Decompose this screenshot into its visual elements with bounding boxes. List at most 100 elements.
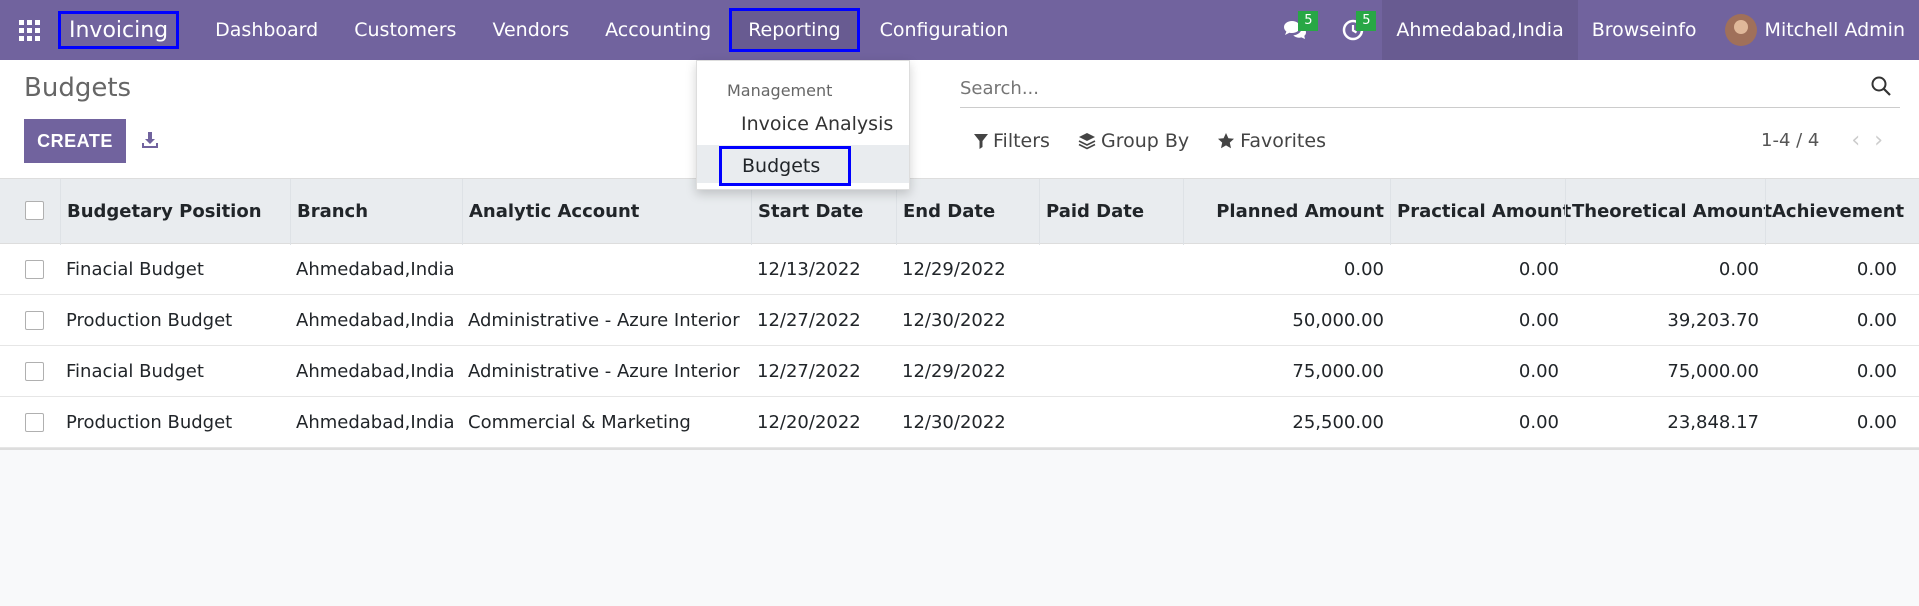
column-paid-date[interactable]: Paid Date bbox=[1039, 179, 1183, 245]
chevron-right-icon[interactable]: › bbox=[1874, 129, 1883, 151]
filters-button[interactable]: Filters bbox=[974, 130, 1050, 152]
cell-branch: Ahmedabad,India bbox=[296, 259, 455, 280]
chevron-left-icon[interactable]: ‹ bbox=[1851, 129, 1860, 151]
search-options: Filters Group By Favorites bbox=[974, 130, 1354, 152]
cell-budgetary-position: Finacial Budget bbox=[66, 361, 204, 382]
filter-icon bbox=[974, 134, 988, 149]
cell-theoretical-amount: 75,000.00 bbox=[1667, 361, 1759, 382]
cell-practical-amount: 0.00 bbox=[1518, 361, 1559, 382]
cell-practical-amount: 0.00 bbox=[1518, 259, 1559, 280]
database-name[interactable]: Browseinfo bbox=[1578, 0, 1711, 60]
cell-end-date: 12/29/2022 bbox=[902, 361, 1006, 382]
activities-icon[interactable]: 5 bbox=[1324, 0, 1382, 60]
empty-area bbox=[0, 450, 1919, 606]
app-brand[interactable]: Invoicing bbox=[58, 11, 180, 49]
cell-practical-amount: 0.00 bbox=[1518, 412, 1559, 433]
menu-configuration[interactable]: Configuration bbox=[862, 0, 1027, 60]
reporting-dropdown: Management Invoice Analysis Budgets bbox=[696, 60, 910, 190]
cell-theoretical-amount: 0.00 bbox=[1718, 259, 1759, 280]
dropdown-item-invoice-analysis[interactable]: Invoice Analysis bbox=[741, 113, 893, 135]
column-branch[interactable]: Branch bbox=[290, 179, 462, 245]
top-navbar: Invoicing Dashboard Customers Vendors Ac… bbox=[0, 0, 1919, 60]
pager-value[interactable]: 1-4 / 4 bbox=[1761, 130, 1819, 151]
cell-paid-date bbox=[1039, 397, 1183, 448]
menu-reporting[interactable]: Reporting bbox=[729, 8, 860, 52]
pager: 1-4 / 4 ‹ › bbox=[1761, 129, 1883, 151]
column-theoretical-amount[interactable]: Theoretical Amount bbox=[1565, 179, 1772, 245]
star-icon bbox=[1218, 133, 1235, 149]
user-menu[interactable]: Mitchell Admin bbox=[1711, 0, 1919, 60]
avatar bbox=[1724, 14, 1757, 46]
cell-theoretical-amount: 23,848.17 bbox=[1667, 412, 1759, 433]
groupby-button[interactable]: Group By bbox=[1078, 130, 1189, 152]
row-checkbox[interactable] bbox=[25, 311, 44, 330]
favorites-label: Favorites bbox=[1240, 130, 1326, 152]
page-title: Budgets bbox=[24, 73, 132, 103]
table-row[interactable]: Production Budget Ahmedabad,India Admini… bbox=[0, 295, 1919, 346]
table-row[interactable]: Finacial Budget Ahmedabad,India 12/13/20… bbox=[0, 244, 1919, 295]
menu-dashboard[interactable]: Dashboard bbox=[197, 0, 336, 60]
messages-icon[interactable]: 5 bbox=[1266, 0, 1324, 60]
search-bar bbox=[960, 70, 1900, 108]
cell-end-date: 12/30/2022 bbox=[902, 310, 1006, 331]
search-icon[interactable] bbox=[1870, 75, 1894, 99]
download-icon[interactable] bbox=[140, 130, 160, 150]
cell-budgetary-position: Production Budget bbox=[66, 412, 233, 433]
favorites-button[interactable]: Favorites bbox=[1217, 130, 1326, 152]
cell-budgetary-position: Production Budget bbox=[66, 310, 233, 331]
cell-analytic-account: Commercial & Marketing bbox=[468, 412, 691, 433]
column-budgetary-position[interactable]: Budgetary Position bbox=[60, 179, 290, 245]
table-header: Budgetary Position Branch Analytic Accou… bbox=[0, 178, 1919, 245]
column-planned-amount[interactable]: Planned Amount bbox=[1183, 179, 1390, 245]
row-checkbox[interactable] bbox=[25, 260, 44, 279]
cell-start-date: 12/27/2022 bbox=[757, 361, 861, 382]
activities-badge: 5 bbox=[1356, 11, 1377, 31]
menu-customers[interactable]: Customers bbox=[336, 0, 474, 60]
app-menu-icon[interactable] bbox=[0, 0, 58, 60]
cell-paid-date bbox=[1039, 295, 1183, 346]
filters-label: Filters bbox=[993, 130, 1050, 152]
column-achievement[interactable]: Achievement bbox=[1765, 179, 1904, 245]
layers-icon bbox=[1078, 133, 1096, 150]
dropdown-item-budgets[interactable]: Budgets bbox=[719, 146, 851, 186]
cell-start-date: 12/27/2022 bbox=[757, 310, 861, 331]
cell-end-date: 12/30/2022 bbox=[902, 412, 1006, 433]
cell-branch: Ahmedabad,India bbox=[296, 310, 455, 331]
messages-badge: 5 bbox=[1298, 11, 1319, 31]
cell-achievement: 0.00 bbox=[1856, 361, 1897, 382]
column-practical-amount[interactable]: Practical Amount bbox=[1390, 179, 1571, 245]
dropdown-section-header: Management bbox=[727, 81, 833, 100]
search-input[interactable] bbox=[960, 78, 1900, 99]
menu-vendors[interactable]: Vendors bbox=[474, 0, 587, 60]
cell-branch: Ahmedabad,India bbox=[296, 412, 455, 433]
row-checkbox[interactable] bbox=[25, 413, 44, 432]
company-switcher[interactable]: Ahmedabad,India bbox=[1382, 0, 1578, 60]
groupby-label: Group By bbox=[1100, 130, 1190, 152]
cell-budgetary-position: Finacial Budget bbox=[66, 259, 204, 280]
cell-planned-amount: 75,000.00 bbox=[1292, 361, 1384, 382]
cell-paid-date bbox=[1039, 244, 1183, 295]
select-all-checkbox[interactable] bbox=[25, 201, 44, 220]
cell-planned-amount: 0.00 bbox=[1343, 259, 1384, 280]
cell-analytic-account: Administrative - Azure Interior bbox=[468, 310, 740, 331]
cell-paid-date bbox=[1039, 346, 1183, 397]
cell-theoretical-amount: 39,203.70 bbox=[1667, 310, 1759, 331]
cell-start-date: 12/13/2022 bbox=[757, 259, 861, 280]
cell-branch: Ahmedabad,India bbox=[296, 361, 455, 382]
cell-start-date: 12/20/2022 bbox=[757, 412, 861, 433]
cell-planned-amount: 25,500.00 bbox=[1292, 412, 1384, 433]
cell-analytic-account bbox=[462, 244, 751, 295]
cell-analytic-account: Administrative - Azure Interior bbox=[468, 361, 740, 382]
menu-accounting[interactable]: Accounting bbox=[587, 0, 729, 60]
table-row[interactable]: Finacial Budget Ahmedabad,India Administ… bbox=[0, 346, 1919, 397]
column-end-date[interactable]: End Date bbox=[896, 179, 1039, 245]
create-button[interactable]: CREATE bbox=[24, 119, 126, 163]
cell-practical-amount: 0.00 bbox=[1518, 310, 1559, 331]
cell-achievement: 0.00 bbox=[1856, 412, 1897, 433]
row-checkbox[interactable] bbox=[25, 362, 44, 381]
cell-end-date: 12/29/2022 bbox=[902, 259, 1006, 280]
cell-achievement: 0.00 bbox=[1856, 310, 1897, 331]
cell-achievement: 0.00 bbox=[1856, 259, 1897, 280]
table-row[interactable]: Production Budget Ahmedabad,India Commer… bbox=[0, 397, 1919, 448]
cell-planned-amount: 50,000.00 bbox=[1292, 310, 1384, 331]
